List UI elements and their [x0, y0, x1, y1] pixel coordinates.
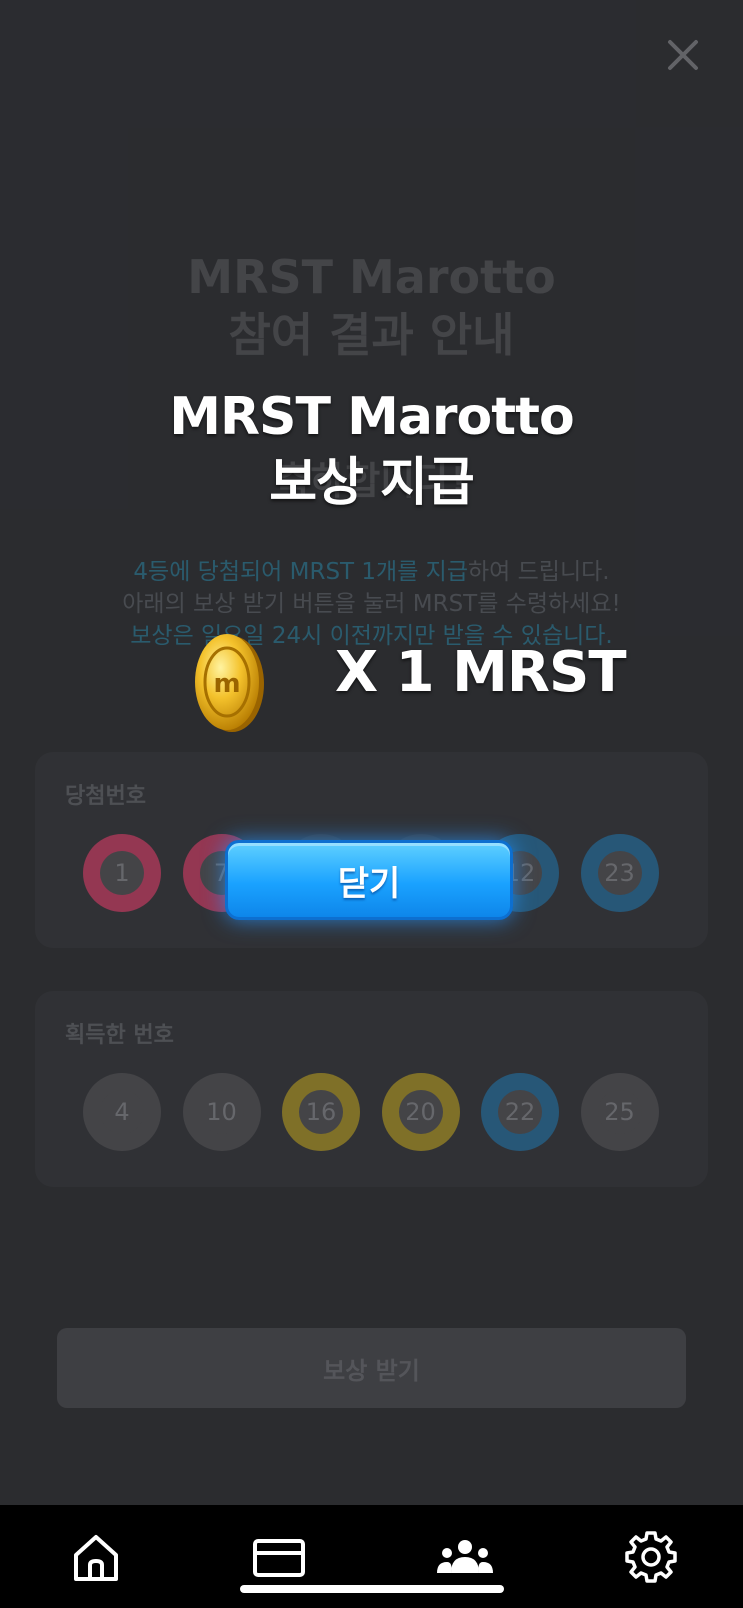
dim-overlay [0, 0, 743, 1505]
popup-title-line2: 보상 지급 [269, 453, 474, 513]
svg-text:m: m [213, 669, 240, 699]
popup-title-line1: MRST Marotto [169, 387, 574, 447]
popup-close-button[interactable]: 닫기 [225, 840, 513, 920]
card-icon[interactable] [249, 1529, 309, 1585]
home-icon[interactable] [66, 1529, 126, 1585]
reward-amount: X 1 MRST [335, 640, 627, 705]
popup-title: MRST Marotto 보상 지급 [0, 384, 743, 516]
settings-icon[interactable] [621, 1529, 681, 1585]
community-icon[interactable] [435, 1529, 495, 1585]
home-indicator [240, 1585, 504, 1593]
mrst-coin-icon: m [195, 634, 264, 732]
